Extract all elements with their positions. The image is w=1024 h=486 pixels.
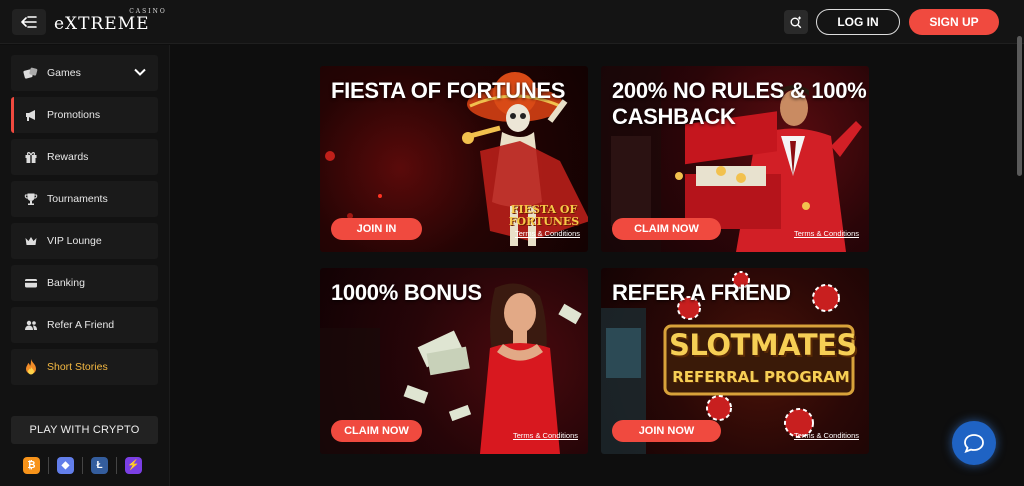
- signup-button[interactable]: SIGN UP: [909, 9, 999, 35]
- search-button[interactable]: [784, 10, 808, 34]
- sidebar-item-label: Games: [47, 67, 81, 79]
- sidebar-item-label: Refer A Friend: [47, 319, 115, 331]
- fiesta-art-text: FIESTA OF FORTUNES: [508, 203, 580, 228]
- megaphone-icon: [23, 107, 39, 123]
- users-icon: [23, 317, 39, 333]
- top-header: CASINO eXTREME LOG IN SIGN UP: [0, 0, 1024, 44]
- card-title: FIESTA OF FORTUNES: [331, 78, 566, 103]
- search-icon: [790, 16, 802, 29]
- menu-arrow-icon: [21, 16, 37, 28]
- promo-card-bonus[interactable]: 1000% BONUS CLAIM NOW Terms & Conditions: [320, 268, 588, 454]
- sidebar-item-rewards[interactable]: Rewards: [11, 139, 158, 175]
- sidebar-item-vip-lounge[interactable]: VIP Lounge: [11, 223, 158, 259]
- claim-now-button[interactable]: CLAIM NOW: [331, 420, 422, 442]
- flame-icon: [23, 359, 39, 375]
- live-chat-button[interactable]: [952, 421, 996, 465]
- casino-extreme-logo[interactable]: CASINO eXTREME: [54, 8, 165, 36]
- sidebar-item-label: Promotions: [47, 109, 101, 121]
- trophy-icon: [23, 191, 39, 207]
- sidebar-item-label: Short Stories: [47, 361, 108, 373]
- crown-icon: [23, 233, 39, 249]
- join-in-button[interactable]: JOIN IN: [331, 218, 422, 240]
- crypto-coin-list: ₿ ◆ Ł ⚡: [23, 457, 142, 474]
- card-icon: [23, 275, 39, 291]
- sidebar-item-label: Banking: [47, 277, 85, 289]
- gift-icon: [23, 149, 39, 165]
- sidebar-item-label: Tournaments: [47, 193, 108, 205]
- terms-link[interactable]: Terms & Conditions: [513, 431, 578, 440]
- divider: [116, 457, 117, 474]
- promo-card-fiesta[interactable]: FIESTA OF FORTUNES FIESTA OF FORTUNES JO…: [320, 66, 588, 252]
- sidebar: Games Promotions Rewards Tournaments VIP…: [0, 45, 170, 486]
- promo-card-refer[interactable]: SLOTMATES REFERRAL PROGRAM REFER A FRIEN…: [601, 268, 869, 454]
- chevron-down-icon[interactable]: [134, 66, 146, 78]
- litecoin-icon[interactable]: Ł: [91, 457, 108, 474]
- sidebar-toggle-button[interactable]: [12, 9, 46, 35]
- card-title: 1000% BONUS: [331, 280, 482, 305]
- terms-link[interactable]: Terms & Conditions: [794, 431, 859, 440]
- referral-program-art-text: REFERRAL PROGRAM: [672, 368, 850, 386]
- login-button[interactable]: LOG IN: [816, 9, 900, 35]
- bitcoin-icon[interactable]: ₿: [23, 457, 40, 474]
- sidebar-item-label: VIP Lounge: [47, 235, 102, 247]
- dice-icon: [23, 65, 39, 81]
- claim-now-button[interactable]: CLAIM NOW: [612, 218, 721, 240]
- terms-link[interactable]: Terms & Conditions: [794, 229, 859, 238]
- ethereum-icon[interactable]: ◆: [57, 457, 74, 474]
- sidebar-item-refer-a-friend[interactable]: Refer A Friend: [11, 307, 158, 343]
- sidebar-item-label: Rewards: [47, 151, 89, 163]
- play-with-crypto-button[interactable]: PLAY WITH CRYPTO: [11, 416, 158, 444]
- join-now-button[interactable]: JOIN NOW: [612, 420, 721, 442]
- logo-main-text: eXTREME: [54, 14, 150, 34]
- card-title: REFER A FRIEND: [612, 280, 791, 305]
- divider: [48, 457, 49, 474]
- chat-bubble-icon: [964, 434, 984, 453]
- sidebar-item-short-stories[interactable]: Short Stories: [11, 349, 158, 385]
- slotmates-art-text: SLOTMATES: [669, 328, 857, 362]
- card-title: 200% NO RULES & 100% CASHBACK: [612, 78, 867, 129]
- page-scrollbar[interactable]: [1017, 36, 1022, 176]
- terms-link[interactable]: Terms & Conditions: [515, 229, 580, 238]
- promo-card-cashback[interactable]: 200% NO RULES & 100% CASHBACK CLAIM NOW …: [601, 66, 869, 252]
- sidebar-item-banking[interactable]: Banking: [11, 265, 158, 301]
- sidebar-item-tournaments[interactable]: Tournaments: [11, 181, 158, 217]
- lightning-icon[interactable]: ⚡: [125, 457, 142, 474]
- divider: [82, 457, 83, 474]
- sidebar-item-games[interactable]: Games: [11, 55, 158, 91]
- sidebar-item-promotions[interactable]: Promotions: [11, 97, 158, 133]
